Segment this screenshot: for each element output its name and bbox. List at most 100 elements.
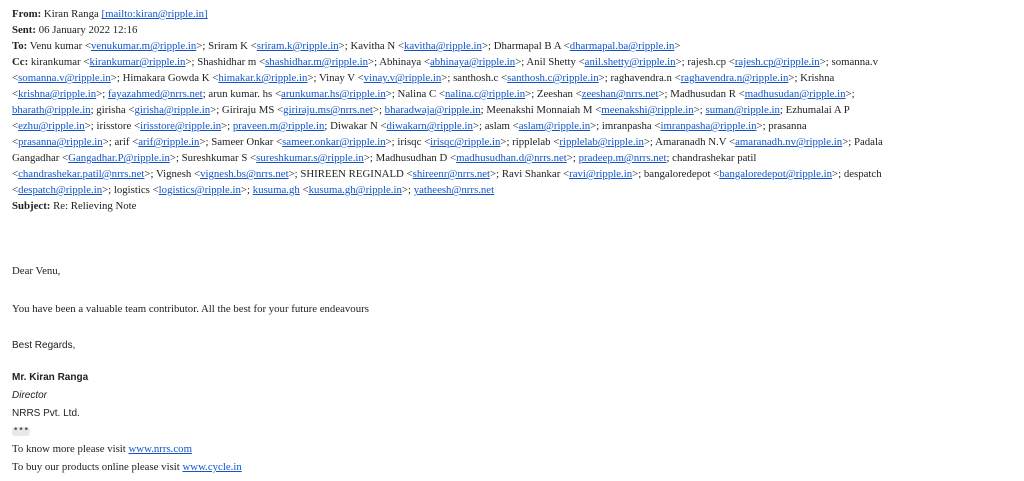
cc-email-link[interactable]: rajesh.cp@ripple.in	[735, 56, 820, 68]
cc-text: >; Madhusudhan D <	[363, 152, 457, 164]
cc-email-link[interactable]: prasanna@ripple.in	[18, 136, 103, 148]
cc-email-link[interactable]: kusuma.gh	[253, 184, 300, 196]
cc-email-link[interactable]: ezhu@ripple.in	[18, 120, 85, 132]
cc-text: >; Krishna	[788, 72, 835, 84]
cc-text: >; Ravi Shankar <	[490, 168, 570, 180]
cc-email-link[interactable]: vignesh.bs@nrrs.net	[200, 168, 289, 180]
to-recipient-email-link[interactable]: venukumar.m@ripple.in	[91, 40, 196, 52]
cc-block: Cc: kirankumar <kirankumar@ripple.in>; S…	[12, 54, 1016, 198]
to-recipient-email-link[interactable]: kavitha@ripple.in	[404, 40, 482, 52]
visit-line-2: To buy our products online please visit …	[12, 459, 242, 475]
cc-text: >; Giriraju MS <	[210, 104, 284, 116]
cc-email-link[interactable]: kusuma.gh@ripple.in	[309, 184, 402, 196]
cc-text: >; prasanna	[756, 120, 807, 132]
cc-text: ; girisha <	[90, 104, 135, 116]
visit-line-1: To know more please visit www.nrrs.com	[12, 441, 192, 457]
cc-email-link[interactable]: yatheesh@nrrs.net	[414, 184, 494, 196]
cc-email-link[interactable]: santhosh.c@ripple.in	[507, 72, 599, 84]
cycle-website-link[interactable]: www.cycle.in	[182, 461, 241, 473]
regards: Best Regards,	[12, 340, 76, 351]
cc-text: >; Amaranadh N.V <	[643, 136, 736, 148]
cc-email-link[interactable]: despatch@ripple.in	[18, 184, 102, 196]
cc-email-link[interactable]: bangaloredepot@ripple.in	[719, 168, 832, 180]
cc-email-link[interactable]: pradeep.m@nrrs.net	[579, 152, 667, 164]
cc-text: ; chandrashekar patil	[666, 152, 757, 164]
cc-email-link[interactable]: abhinaya@ripple.in	[430, 56, 515, 68]
cc-text: >; Abhinaya <	[368, 56, 430, 68]
cc-email-link[interactable]: himakar.k@ripple.in	[218, 72, 307, 84]
greeting: Dear Venu,	[12, 265, 61, 277]
cc-email-link[interactable]: chandrashekar.patil@nrrs.net	[18, 168, 144, 180]
cc-email-link[interactable]: nalina.c@ripple.in	[445, 88, 525, 100]
from-mailto-link[interactable]: [mailto:kiran@ripple.in]	[101, 8, 207, 20]
cc-email-link[interactable]: vinay.v@ripple.in	[364, 72, 442, 84]
to-recipient-name: Venu kumar <	[29, 40, 91, 52]
cc-text: >; bangaloredepot <	[632, 168, 720, 180]
cc-email-link[interactable]: ravi@ripple.in	[569, 168, 632, 180]
to-recipient-email-link[interactable]: sriram.k@ripple.in	[257, 40, 339, 52]
cc-text: ; Meenakshi Monnaiah M <	[480, 104, 602, 116]
cc-text: >; arif <	[102, 136, 139, 148]
cc-email-link[interactable]: bharadwaja@ripple.in	[385, 104, 481, 116]
cc-email-link[interactable]: kirankumar@ripple.in	[89, 56, 185, 68]
cc-email-link[interactable]: raghavendra.n@ripple.in	[681, 72, 789, 84]
cc-email-link[interactable]: fayazahmed@nrrs.net	[108, 88, 203, 100]
cc-text: >; irisstore <	[84, 120, 141, 132]
cc-email-link[interactable]: irisqc@ripple.in	[430, 136, 500, 148]
cc-text: >; Padala	[842, 136, 883, 148]
cc-email-link[interactable]: irisstore@ripple.in	[140, 120, 221, 132]
cc-email-link[interactable]: suman@ripple.in	[706, 104, 780, 116]
nrrs-website-link[interactable]: www.nrrs.com	[129, 443, 192, 455]
cc-email-link[interactable]: madhusudan@ripple.in	[745, 88, 846, 100]
cc-email-link[interactable]: sameer.onkar@ripple.in	[282, 136, 385, 148]
separator: >	[674, 40, 681, 52]
cc-line: < despatch@ripple.in>; logistics <logisti…	[12, 182, 1016, 198]
cc-text: Gangadhar <	[12, 152, 69, 164]
cc-text: >;	[401, 184, 414, 196]
cc-text: >; Sameer Onkar <	[199, 136, 283, 148]
cc-text: >;	[693, 104, 706, 116]
cc-email-link[interactable]: arunkumar.hs@ripple.in	[281, 88, 386, 100]
cc-text: >; rajesh.cp <	[675, 56, 735, 68]
cc-email-link[interactable]: aslam@ripple.in	[519, 120, 590, 132]
visit-text-1: To know more please visit	[12, 443, 129, 455]
cc-email-link[interactable]: logistics@ripple.in	[159, 184, 241, 196]
cc-email-link[interactable]: shashidhar.m@ripple.in	[265, 56, 368, 68]
to-recipient-name: Dharmapal B A <	[491, 40, 570, 52]
cc-email-link[interactable]: shireenr@nrrs.net	[413, 168, 490, 180]
cc-email-link[interactable]: meenakshi@ripple.in	[601, 104, 693, 116]
cc-text: >; Sureshkumar S <	[169, 152, 257, 164]
cc-email-link[interactable]: girisha@ripple.in	[134, 104, 210, 116]
cc-email-link[interactable]: arif@ripple.in	[138, 136, 199, 148]
cc-email-link[interactable]: bharath@ripple.in	[12, 104, 91, 116]
cc-email-link[interactable]: imranpasha@ripple.in	[660, 120, 756, 132]
cc-text: <	[299, 184, 309, 196]
cc-text: >; irisqc <	[385, 136, 431, 148]
cc-email-link[interactable]: somanna.v@ripple.in	[18, 72, 111, 84]
cc-text: >; aslam <	[472, 120, 519, 132]
to-line: To: Venu kumar <venukumar.m@ripple.in >; …	[12, 38, 1016, 54]
cc-email-link[interactable]: amaranadh.nv@ripple.in	[735, 136, 842, 148]
cc-text: >;	[566, 152, 579, 164]
cc-email-link[interactable]: diwakarn@ripple.in	[387, 120, 473, 132]
cc-email-link[interactable]: ripplelab@ripple.in	[559, 136, 644, 148]
to-recipient-name: Sriram K <	[205, 40, 257, 52]
cc-email-link[interactable]: giriraju.ms@nrrs.net	[283, 104, 373, 116]
cc-email-link[interactable]: krishna@ripple.in	[18, 88, 96, 100]
cc-email-link[interactable]: anil.shetty@ripple.in	[585, 56, 676, 68]
cc-email-link[interactable]: madhusudhan.d@nrrs.net	[456, 152, 567, 164]
show-trimmed-content-button[interactable]: •••	[12, 426, 30, 436]
cc-email-link[interactable]: sureshkumar.s@ripple.in	[256, 152, 364, 164]
to-label: To:	[12, 40, 28, 52]
cc-email-link[interactable]: Gangadhar.P@ripple.in	[68, 152, 170, 164]
cc-text: >; Shashidhar m <	[185, 56, 266, 68]
separator: >;	[481, 40, 492, 52]
cc-text: >; SHIREEN REGINALD <	[288, 168, 413, 180]
cc-line: <ezhu@ripple.in>; irisstore <irisstore@r…	[12, 118, 1016, 134]
to-recipient-email-link[interactable]: dharmapal.ba@ripple.in	[570, 40, 675, 52]
visit-text-2: To buy our products online please visit	[12, 461, 183, 473]
cc-text: >; Zeeshan <	[525, 88, 582, 100]
cc-email-link[interactable]: praveen.m@ripple.in	[233, 120, 325, 132]
cc-email-link[interactable]: zeeshan@nrrs.net	[582, 88, 659, 100]
subject-label: Subject:	[12, 200, 51, 212]
